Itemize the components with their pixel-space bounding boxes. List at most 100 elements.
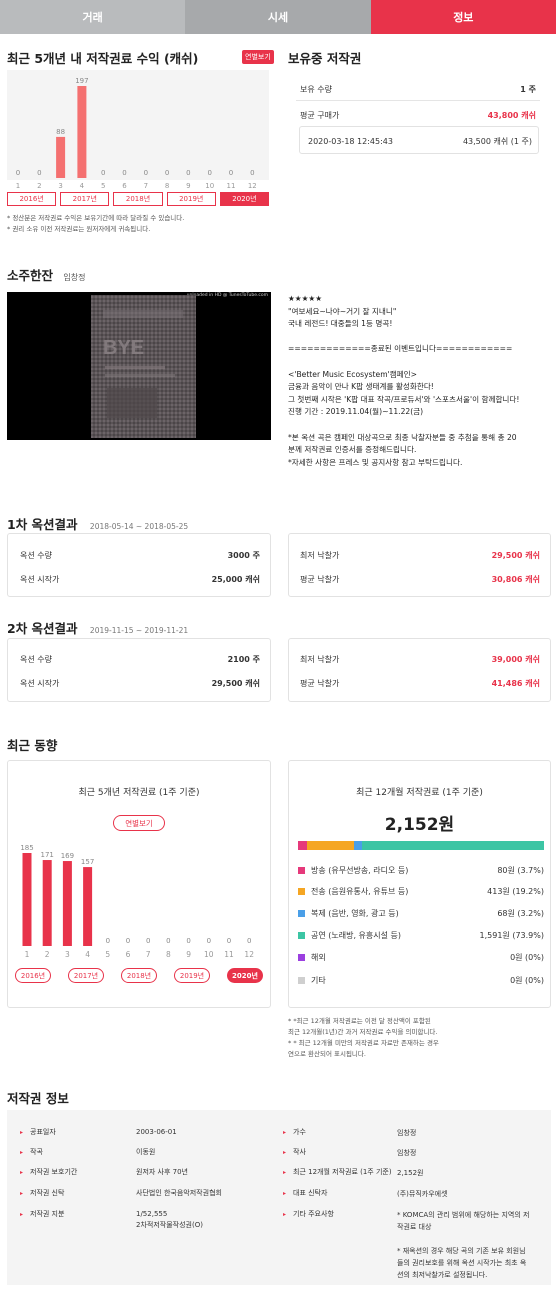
description-line: [288, 419, 550, 432]
trend-value-label: 0: [247, 937, 251, 945]
info-value: 임창정: [397, 1129, 417, 1137]
trend-month-label: 2: [45, 950, 50, 959]
trend-month-label: 6: [126, 950, 131, 959]
revenue-year-button[interactable]: 2017년: [60, 192, 110, 206]
revenue-note: * 정산분은 저작권료 수익은 보유기간에 따라 달라질 수 있습니다.: [7, 214, 185, 222]
revenue-month-label: 4: [80, 182, 85, 190]
description-line: 분께 저작권료 인증서를 증정해드립니다.: [288, 445, 417, 455]
tab-info[interactable]: 정보: [370, 0, 556, 34]
auction1-start-row: 옥션 시작가 25,000 캐쉬: [20, 574, 260, 585]
revenue-year-button[interactable]: 2018년: [113, 192, 163, 206]
revenue-bar: [56, 136, 66, 178]
revenue-month-label: 12: [248, 182, 257, 190]
breakdown-label: 기타: [298, 975, 326, 986]
trend-value-label: 0: [186, 937, 190, 945]
revenue-value-label: 0: [165, 169, 169, 177]
trend-yearly-toggle[interactable]: 연별보기: [113, 815, 165, 831]
revenue-title: 최근 5개년 내 저작권료 수익 (캐쉬): [7, 51, 199, 66]
trend-value-label: 171: [41, 851, 54, 859]
auction2-start-row: 옥션 시작가 29,500 캐쉬: [20, 678, 260, 689]
trend-right-title: 최근 12개월 저작권료 (1주 기준): [356, 788, 483, 798]
trend-bar: [62, 861, 72, 946]
video-player[interactable]: uploaded in HD @ TunesToTube.com BYE: [7, 292, 271, 440]
auction1-title: 1차 옥션결과 2018-05-14 ~ 2018-05-25: [7, 514, 188, 533]
trend-year-button[interactable]: 2020년: [227, 968, 263, 983]
legend-swatch-icon: [298, 867, 305, 874]
breakdown-label: 복제 (음반, 영화, 광고 등): [298, 908, 399, 919]
breakdown-row: 방송 (유무선방송, 라디오 등) 80원 (3.7%): [298, 865, 544, 876]
revenue-month-label: 8: [165, 182, 169, 190]
trend-month-label: 10: [204, 950, 214, 959]
revenue-value-label: 0: [207, 169, 211, 177]
trend-month-label: 7: [146, 950, 151, 959]
holding-avg-row: 평균 구매가 43,800 캐쉬: [300, 110, 536, 121]
info-value: * KOMCA의 관리 범위에 해당하는 지역의 저 작권료 대상 * 재옥션의 …: [397, 1211, 530, 1279]
info-value: 이동원: [136, 1148, 156, 1156]
revenue-year-button[interactable]: 2020년: [219, 192, 270, 206]
info-value: 2,152원: [397, 1169, 424, 1177]
trend-year-button[interactable]: 2016년: [15, 968, 51, 983]
trend-chart: 185 1 171 2 169 3 157 4 0 5 0 6 0 7 0 8 0 9 0 10 0 11 0 12: [20, 844, 254, 959]
trend-title: 최근 동향: [7, 738, 58, 753]
auction1-min-value: 29,500 캐쉬: [491, 551, 540, 560]
description-line: =============종료된 이벤트입니다============: [288, 344, 513, 354]
trend-year-button[interactable]: 2018년: [121, 968, 157, 983]
stacked-bar-segment: [307, 841, 355, 850]
auction1-avg-row: 평균 낙찰가 30,806 캐쉬: [300, 574, 540, 585]
revenue-year-button[interactable]: 2016년: [7, 192, 57, 206]
auction1-avg-label: 평균 낙찰가: [300, 575, 340, 584]
trend-notes: * *최근 12개월 저작권료는 이전 달 정산액이 포함된 최근 12개월(1…: [288, 1016, 550, 1060]
description-line: "여보세요~나야~거기 잘 지내니": [288, 306, 397, 316]
auction1-avg-value: 30,806 캐쉬: [491, 575, 540, 584]
info-value: 사단법인 한국음악저작권협회: [136, 1189, 222, 1197]
breakdown-row: 해외 0원 (0%): [298, 952, 544, 963]
info-label: 기타 주요사항: [283, 1209, 334, 1219]
song-title: 소주한잔 임창정: [7, 265, 85, 284]
info-value: (주)뮤직카우에셋: [397, 1190, 448, 1198]
revenue-value-label: 0: [250, 169, 254, 177]
trend-month-label: 8: [166, 950, 171, 959]
trend-month-label: 4: [85, 950, 90, 959]
breakdown-label: 공연 (노래방, 유흥시설 등): [298, 930, 401, 941]
auction1-left-box: [7, 533, 271, 597]
revenue-value-label: 0: [144, 169, 148, 177]
revenue-value-label: 0: [16, 169, 20, 177]
trend-left-title: 최근 5개년 저작권료 (1주 기준): [78, 788, 200, 798]
trend-month-label: 9: [186, 950, 191, 959]
trend-note: 연으로 환산되어 표시됩니다.: [288, 1050, 366, 1058]
description-line: 금융과 음악이 만나 K팝 생태계를 활성화한다!: [288, 382, 434, 392]
trend-bar: [83, 867, 93, 946]
stacked-bar-segment: [354, 841, 363, 850]
trend-month-label: 3: [65, 950, 70, 959]
tab-price[interactable]: 시세: [185, 0, 371, 34]
trend-note: * *최근 12개월 저작권료는 이전 달 정산액이 포함된: [288, 1017, 431, 1025]
revenue-value-label: 88: [56, 128, 65, 136]
auction2-title-text: 2차 옥션결과: [7, 621, 78, 636]
trend-total: 2,152원: [384, 815, 455, 835]
breakdown-value: 80원 (3.7%): [497, 866, 544, 875]
svg-text:BYE: BYE: [103, 337, 144, 359]
revenue-month-label: 2: [37, 182, 41, 190]
revenue-month-label: 6: [122, 182, 127, 190]
info-value: 원저자 사후 70년: [136, 1168, 188, 1176]
revenue-yearly-toggle[interactable]: 연별보기: [242, 50, 274, 64]
holding-avg-label: 평균 구매가: [300, 111, 340, 120]
revenue-value-label: 0: [37, 169, 41, 177]
trend-year-selector: 2016년 2017년 2018년 2019년 2020년: [15, 968, 263, 983]
trend-value-label: 169: [61, 852, 74, 860]
auction2-start-value: 29,500 캐쉬: [211, 679, 260, 688]
breakdown-value: 0원 (0%): [510, 976, 544, 985]
info-value: 2003-06-01: [136, 1128, 177, 1136]
tab-trade[interactable]: 거래: [0, 0, 186, 34]
auction1-right-box: [288, 533, 551, 597]
revenue-year-button[interactable]: 2019년: [166, 192, 216, 206]
auction2-period: 2019-11-15 ~ 2019-11-21: [89, 626, 189, 635]
revenue-month-label: 1: [16, 182, 20, 190]
auction1-start-label: 옥션 시작가: [20, 575, 60, 584]
trend-year-button[interactable]: 2019년: [174, 968, 210, 983]
auction1-min-row: 최저 낙찰가 29,500 캐쉬: [300, 550, 540, 561]
description-line: 국내 레전드! 대중들의 1등 명곡!: [288, 319, 393, 329]
trend-year-button[interactable]: 2017년: [68, 968, 104, 983]
revenue-value-label: 0: [101, 169, 105, 177]
trend-value-label: 0: [146, 937, 150, 945]
